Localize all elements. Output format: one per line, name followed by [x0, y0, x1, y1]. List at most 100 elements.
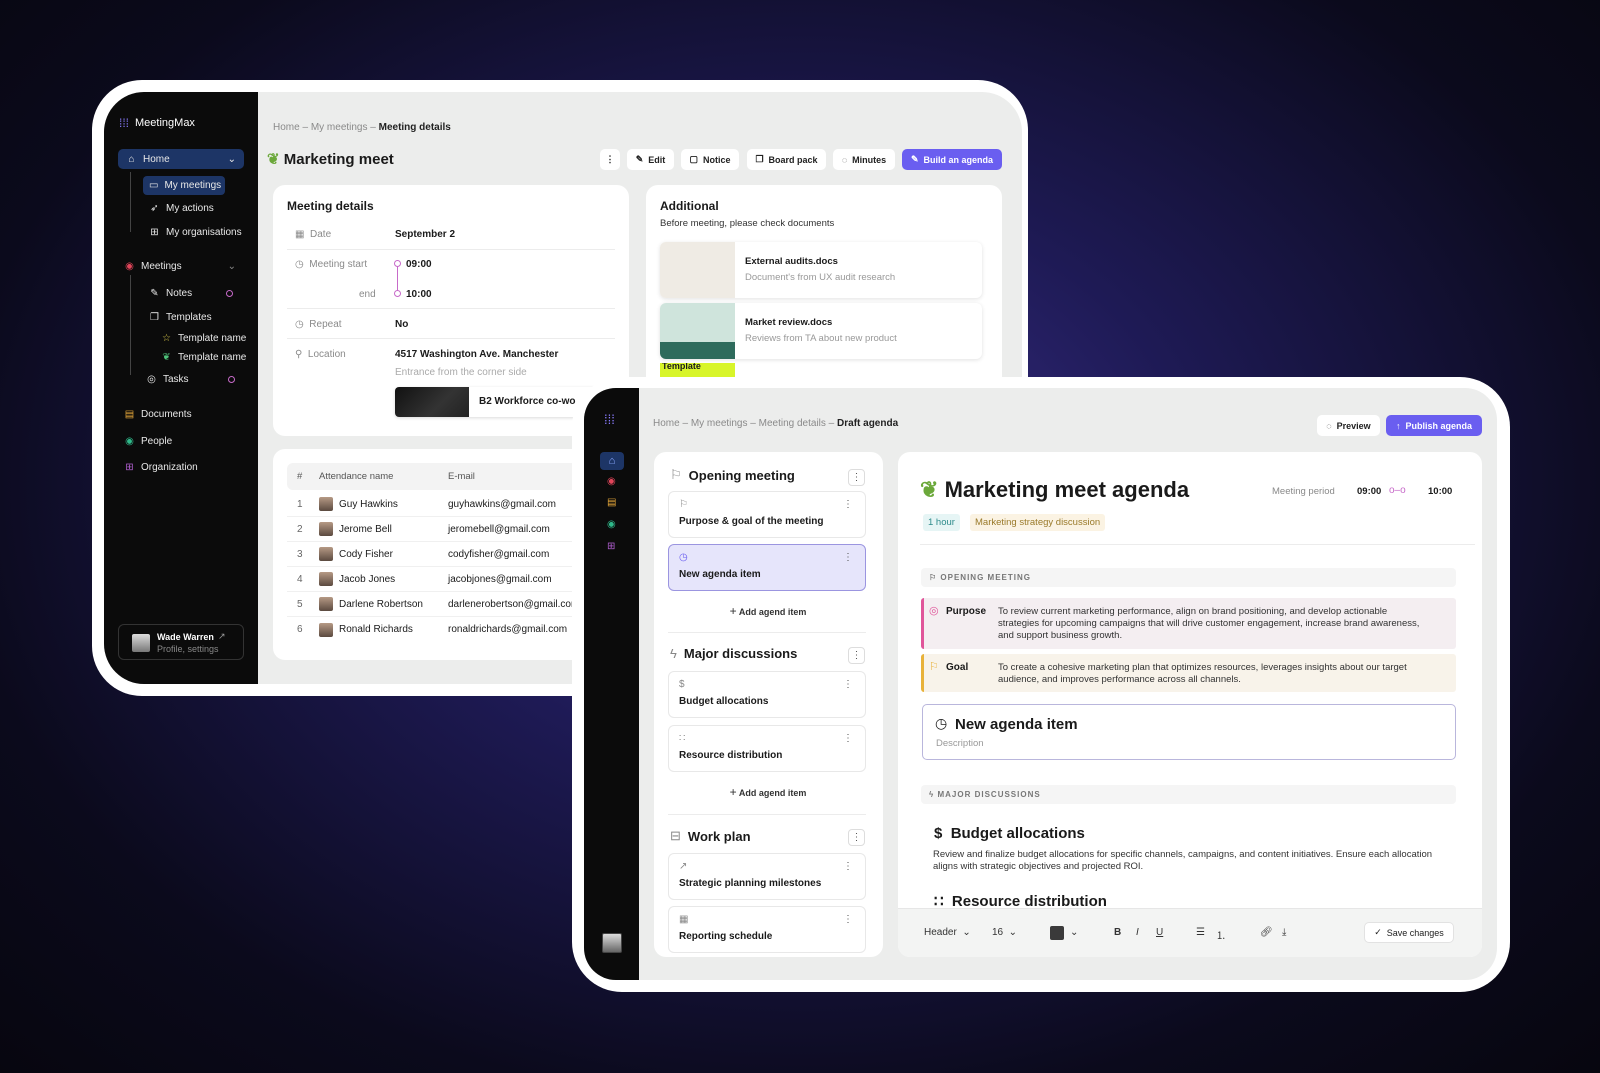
add-agenda-item-button[interactable]: + Add agend item — [654, 604, 882, 618]
sidebar-item-template-1[interactable]: ☆ Template name — [161, 333, 246, 344]
breadcrumb: Home – My meetings – Meeting details – D… — [653, 418, 899, 429]
sidebar-item-people[interactable]: ◉ People — [124, 436, 172, 447]
sidebar-item-notes[interactable]: ✎ Notes — [149, 288, 192, 299]
sidebar-item-templates[interactable]: ❐ Templates — [149, 312, 212, 323]
check-circle-icon: ◎ — [147, 374, 156, 385]
date-value: September 2 — [395, 229, 456, 240]
section-major-discussions[interactable]: ϟ Major discussions — [670, 646, 797, 661]
kebab-icon[interactable]: ⋮ — [843, 914, 853, 925]
preview-button[interactable]: ◌ Preview — [1317, 415, 1380, 436]
agenda-item-resource[interactable]: ∷ Resource distribution ⋮ — [668, 725, 866, 772]
sidebar-item-home[interactable]: ⌂ Home ⌄ — [118, 149, 244, 169]
sidebar-item-meetings[interactable]: ◉ Meetings ⌄ — [124, 261, 236, 272]
draft-agenda-screen: ⁞⁞⁞ ⌂ ◉ ▤ ◉ ⊞ Home – My meetings – Meeti… — [584, 388, 1497, 980]
minutes-button[interactable]: ◌ Minutes — [833, 149, 895, 170]
text-style-select[interactable]: Header ⌄ — [924, 927, 971, 938]
description-input[interactable]: Description — [936, 738, 984, 749]
sidebar-item-documents[interactable]: ▤ Documents — [124, 409, 192, 420]
tasks-badge — [228, 376, 235, 383]
lightning-icon: ϟ — [670, 646, 677, 661]
plus-icon: + — [729, 785, 737, 799]
add-agenda-item-button[interactable]: + Add agend item — [654, 785, 882, 799]
section-work-plan[interactable]: ⊟ Work plan — [670, 828, 751, 844]
dollar-icon: $ — [679, 679, 685, 690]
bullet-list-icon[interactable]: ☰ — [1196, 927, 1205, 938]
duration-chip: 1 hour — [923, 514, 960, 531]
breadcrumb-current: Draft agenda — [837, 418, 899, 429]
kebab-icon[interactable]: ⋮ — [843, 499, 853, 510]
text-color-swatch[interactable] — [1050, 926, 1064, 940]
sidebar-item-template-2[interactable]: ❦ Template name — [161, 352, 246, 363]
italic-icon[interactable]: I — [1136, 927, 1139, 938]
avatar[interactable] — [602, 933, 622, 953]
chat-icon[interactable]: ◉ — [607, 476, 616, 487]
copy-icon: ❐ — [150, 312, 159, 323]
new-agenda-item-editor[interactable]: ◷ New agenda item Description — [922, 704, 1456, 760]
avatar — [319, 622, 333, 637]
sidebar-item-tasks[interactable]: ◎ Tasks — [146, 374, 188, 385]
chevron-down-icon[interactable]: ⌄ — [1070, 927, 1078, 938]
kebab-icon[interactable]: ⋮ — [843, 861, 853, 872]
sidebar-item-my-actions[interactable]: ➶ My actions — [149, 203, 214, 214]
end-label: end — [359, 289, 376, 300]
org-icon: ⊞ — [150, 227, 159, 238]
edit-button[interactable]: ✎ Edit — [627, 149, 674, 170]
section-opening-meeting[interactable]: ⚐ Opening meeting — [670, 467, 795, 483]
leaf-icon: ❦ — [162, 352, 171, 363]
new-item-title[interactable]: New agenda item — [955, 716, 1078, 733]
more-button[interactable]: ⋮ — [600, 149, 620, 170]
budget-description: Review and finalize budget allocations f… — [933, 849, 1433, 872]
doc-market-review[interactable]: Market review.docs Reviews from TA about… — [660, 303, 982, 359]
build-agenda-button[interactable]: ✎ Build an agenda — [902, 149, 1002, 170]
avatar — [319, 497, 333, 511]
font-size-select[interactable]: 16 ⌄ — [992, 927, 1017, 938]
link-icon[interactable]: 🔗︎ — [1260, 927, 1273, 938]
kebab-icon[interactable]: ⋮ — [843, 679, 853, 690]
document-icon[interactable]: ▤ — [607, 497, 616, 508]
edit-icon: ✎ — [635, 154, 644, 164]
meeting-details-card: Meeting details ▦ Date September 2 ◷ Mee… — [273, 185, 629, 436]
agenda-item-strategic[interactable]: ↗ Strategic planning milestones ⋮ — [668, 853, 866, 900]
star-icon: ☆ — [162, 333, 171, 344]
bold-icon[interactable]: B — [1114, 927, 1121, 938]
people-icon[interactable]: ◉ — [607, 519, 616, 530]
numbered-list-icon[interactable]: ⒈ — [1216, 927, 1226, 942]
sidebar-item-my-meetings[interactable]: ▭ My meetings — [143, 176, 225, 195]
section-menu-button[interactable]: ⋮ — [848, 829, 865, 846]
breadcrumb-home[interactable]: Home — [653, 418, 680, 429]
organization-icon[interactable]: ⊞ — [607, 541, 615, 552]
breadcrumb-my-meetings[interactable]: My meetings — [691, 418, 748, 429]
agenda-item-new[interactable]: ◷ New agenda item ⋮ — [668, 544, 866, 591]
agenda-item-purpose-goal[interactable]: ⚐ Purpose & goal of the meeting ⋮ — [668, 491, 866, 538]
avatar — [132, 634, 150, 652]
publish-agenda-button[interactable]: ↑ Publish agenda — [1386, 415, 1482, 436]
breadcrumb-my-meetings[interactable]: My meetings — [311, 122, 368, 133]
breadcrumb-home[interactable]: Home — [273, 122, 300, 133]
goal-block[interactable]: ⚐ Goal To create a cohesive marketing pl… — [921, 654, 1456, 692]
profile-card[interactable]: Wade Warren ↗ Profile, settings — [118, 624, 244, 660]
section-menu-button[interactable]: ⋮ — [848, 647, 865, 664]
pencil-icon: ✎ — [910, 154, 919, 164]
underline-icon[interactable]: U — [1156, 927, 1163, 938]
card-subtitle: Before meeting, please check documents — [660, 218, 835, 229]
breadcrumb-meeting-details[interactable]: Meeting details — [759, 418, 826, 429]
download-icon[interactable]: ⤓ — [1282, 927, 1286, 938]
purpose-block[interactable]: ◎ Purpose To review current marketing pe… — [921, 598, 1456, 649]
note-icon: ▢ — [689, 154, 698, 164]
notice-button[interactable]: ▢ Notice — [681, 149, 739, 170]
sidebar-item-organization[interactable]: ⊞ Organization — [124, 462, 197, 473]
sidebar-item-my-organisations[interactable]: ⊞ My organisations — [149, 227, 241, 238]
doc-external-audits[interactable]: External audits.docs Document's from UX … — [660, 242, 982, 298]
agenda-item-reporting[interactable]: ▦ Reporting schedule ⋮ — [668, 906, 866, 953]
agenda-editor: ❦ Marketing meet agenda Meeting period 0… — [898, 452, 1482, 957]
section-menu-button[interactable]: ⋮ — [848, 469, 865, 486]
plus-icon: + — [729, 604, 737, 618]
kebab-icon[interactable]: ⋮ — [843, 552, 853, 563]
edit-icon: ✎ — [150, 288, 159, 299]
doc-thumbnail — [660, 303, 735, 359]
home-icon[interactable]: ⌂ — [600, 452, 624, 470]
board-pack-button[interactable]: ❐ Board pack — [747, 149, 826, 170]
kebab-icon[interactable]: ⋮ — [843, 733, 853, 744]
save-changes-button[interactable]: ✓ Save changes — [1364, 922, 1454, 943]
agenda-item-budget[interactable]: $ Budget allocations ⋮ — [668, 671, 866, 718]
